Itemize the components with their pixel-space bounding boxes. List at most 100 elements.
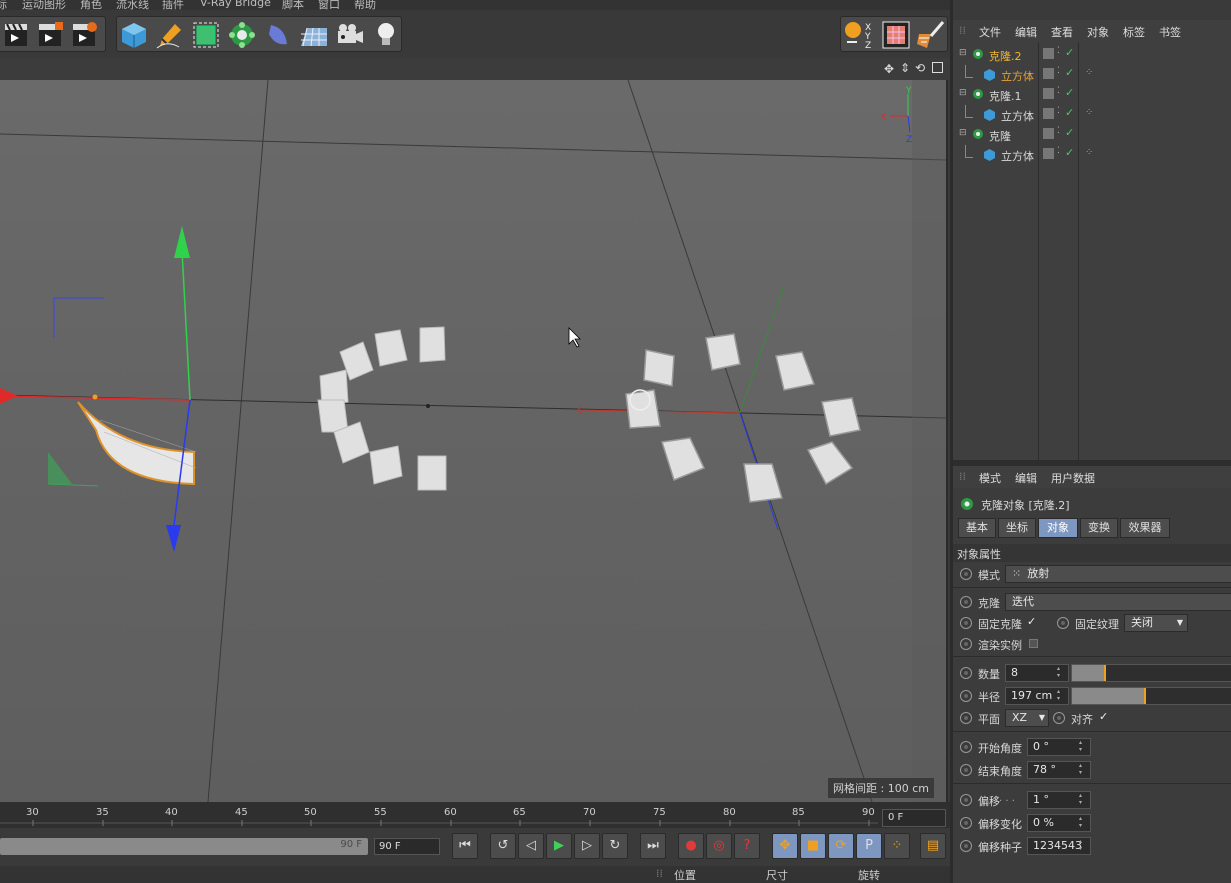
om-menu-tags[interactable]: 标签 bbox=[1123, 24, 1145, 40]
timeline-scale[interactable]: 30 35 40 45 50 55 60 65 70 75 80 85 90 bbox=[0, 802, 878, 828]
object-name[interactable]: 立方体 bbox=[1001, 68, 1034, 84]
visibility-dots-icon[interactable]: ⁚ bbox=[1057, 66, 1060, 76]
end-frame-field[interactable]: 90 F bbox=[374, 838, 440, 855]
move-key-icon[interactable]: ✥ bbox=[772, 833, 798, 859]
clapper-settings-icon[interactable] bbox=[69, 20, 99, 50]
enabled-check-icon[interactable]: ✓ bbox=[1065, 66, 1074, 79]
om-menu-file[interactable]: 文件 bbox=[979, 24, 1001, 40]
texture-icon[interactable] bbox=[881, 20, 911, 50]
object-row[interactable]: 立方体 ⁚ ✓ ⁘ bbox=[953, 145, 1231, 165]
visibility-dots-icon[interactable]: ⁚ bbox=[1057, 126, 1060, 136]
menu-item[interactable]: 插件 bbox=[162, 0, 184, 10]
om-menu-view[interactable]: 查看 bbox=[1051, 24, 1073, 40]
object-row[interactable]: ⊟ 克隆 ⁚ ✓ bbox=[953, 125, 1231, 145]
anim-radio-icon[interactable] bbox=[960, 764, 972, 776]
light-bulb-icon[interactable] bbox=[371, 20, 401, 50]
object-name[interactable]: 立方体 bbox=[1001, 148, 1034, 164]
tab-coord[interactable]: 坐标 bbox=[998, 518, 1036, 538]
tag-icon[interactable]: ⁘ bbox=[1085, 67, 1093, 78]
collapse-icon[interactable]: ⊟ bbox=[959, 128, 967, 138]
object-name[interactable]: 立方体 bbox=[1001, 108, 1034, 124]
prev-key-button[interactable]: ↺ bbox=[490, 833, 516, 859]
tag-icon[interactable]: ⁘ bbox=[1085, 147, 1093, 158]
menu-item[interactable]: 窗口 bbox=[318, 0, 340, 10]
am-menu-edit[interactable]: 编辑 bbox=[1015, 470, 1037, 486]
om-menu-bookmarks[interactable]: 书签 bbox=[1159, 24, 1181, 40]
mode-dropdown[interactable]: ⁙ 放射 bbox=[1005, 565, 1231, 583]
cloner-flower-icon[interactable] bbox=[227, 20, 257, 50]
layer-swatch-icon[interactable] bbox=[1043, 68, 1054, 79]
clapper-render-icon[interactable] bbox=[1, 20, 31, 50]
prev-frame-button[interactable]: ◁ bbox=[518, 833, 544, 859]
layer-swatch-icon[interactable] bbox=[1043, 88, 1054, 99]
visibility-dots-icon[interactable]: ⁚ bbox=[1057, 46, 1060, 56]
fix-clone-checkbox[interactable]: ✓ bbox=[1027, 616, 1039, 628]
clapper-play-icon[interactable] bbox=[35, 20, 65, 50]
next-frame-button[interactable]: ▷ bbox=[574, 833, 600, 859]
am-menu-userdata[interactable]: 用户数据 bbox=[1051, 470, 1095, 486]
object-row[interactable]: ⊟ 克隆.1 ⁚ ✓ bbox=[953, 85, 1231, 105]
xyz-axis-icon[interactable]: XYZ bbox=[843, 20, 873, 51]
goto-end-button[interactable]: ⏭ bbox=[640, 833, 666, 859]
tab-effectors[interactable]: 效果器 bbox=[1120, 518, 1170, 538]
rotate-key-icon[interactable]: ⟳ bbox=[828, 833, 854, 859]
clone-dropdown[interactable]: 迭代 bbox=[1005, 593, 1231, 611]
tab-basic[interactable]: 基本 bbox=[958, 518, 996, 538]
object-row[interactable]: ⊟ 克隆.2 ⁚ ✓ bbox=[953, 45, 1231, 65]
floor-icon[interactable] bbox=[299, 20, 329, 50]
layer-swatch-icon[interactable] bbox=[1043, 48, 1054, 59]
am-menu-mode[interactable]: 模式 bbox=[979, 470, 1001, 486]
paint-icon[interactable] bbox=[915, 20, 945, 50]
tag-icon[interactable]: ⁘ bbox=[1085, 107, 1093, 118]
enabled-check-icon[interactable]: ✓ bbox=[1065, 146, 1074, 159]
offset-seed-field[interactable]: 1234543 bbox=[1027, 837, 1091, 855]
layer-swatch-icon[interactable] bbox=[1043, 148, 1054, 159]
radius-field[interactable]: 197 cm bbox=[1005, 687, 1069, 705]
anim-radio-icon[interactable] bbox=[960, 617, 972, 629]
object-row[interactable]: 立方体 ⁚ ✓ ⁘ bbox=[953, 105, 1231, 125]
subdivision-icon[interactable] bbox=[191, 20, 221, 50]
offset-variation-field[interactable]: 0 % bbox=[1027, 814, 1091, 832]
render-instances-checkbox[interactable] bbox=[1029, 639, 1038, 648]
offset-field[interactable]: 1 ° bbox=[1027, 791, 1091, 809]
3d-viewport[interactable]: Y X Z 网格间距 : 100 cm bbox=[0, 80, 948, 802]
rotate-view-icon[interactable]: ⟲ bbox=[915, 61, 925, 75]
anim-radio-icon[interactable] bbox=[960, 596, 972, 608]
auto-key-button[interactable]: ◎ bbox=[706, 833, 732, 859]
scale-key-icon[interactable]: ■ bbox=[800, 833, 826, 859]
next-key-button[interactable]: ↻ bbox=[602, 833, 628, 859]
menu-item[interactable]: 角色 bbox=[80, 0, 102, 10]
deformer-icon[interactable] bbox=[263, 20, 293, 50]
fix-texture-dropdown[interactable]: 关闭 ▼ bbox=[1124, 614, 1188, 632]
point-level-icon[interactable]: ⁘ bbox=[884, 833, 910, 859]
tab-object[interactable]: 对象 bbox=[1038, 518, 1078, 538]
anim-radio-icon[interactable] bbox=[960, 568, 972, 580]
enabled-check-icon[interactable]: ✓ bbox=[1065, 126, 1074, 139]
menu-item[interactable]: V-Ray Bridge bbox=[200, 0, 271, 9]
anim-radio-icon[interactable] bbox=[960, 712, 972, 724]
enabled-check-icon[interactable]: ✓ bbox=[1065, 46, 1074, 59]
pen-icon[interactable] bbox=[155, 20, 185, 50]
radius-slider-knob[interactable] bbox=[1144, 688, 1147, 704]
goto-start-button[interactable]: ⏮ bbox=[452, 833, 478, 859]
camera-icon[interactable] bbox=[335, 20, 365, 50]
end-angle-field[interactable]: 78 ° bbox=[1027, 761, 1091, 779]
cube-icon[interactable] bbox=[119, 20, 149, 50]
keyframe-help-icon[interactable]: ? bbox=[734, 833, 760, 859]
param-key-icon[interactable]: P bbox=[856, 833, 882, 859]
visibility-dots-icon[interactable]: ⁚ bbox=[1057, 106, 1060, 116]
anim-radio-icon[interactable] bbox=[960, 794, 972, 806]
dolly-view-icon[interactable]: ⇕ bbox=[900, 61, 910, 75]
visibility-dots-icon[interactable]: ⁚ bbox=[1057, 86, 1060, 96]
count-slider-knob[interactable] bbox=[1104, 665, 1107, 681]
anim-radio-icon[interactable] bbox=[960, 741, 972, 753]
menu-item[interactable]: 标 bbox=[0, 0, 7, 10]
object-name[interactable]: 克隆.1 bbox=[989, 88, 1022, 104]
start-angle-field[interactable]: 0 ° bbox=[1027, 738, 1091, 756]
visibility-dots-icon[interactable]: ⁚ bbox=[1057, 146, 1060, 156]
anim-radio-icon[interactable] bbox=[1053, 712, 1065, 724]
menu-item[interactable]: 运动图形 bbox=[22, 0, 66, 10]
anim-radio-icon[interactable] bbox=[960, 690, 972, 702]
anim-radio-icon[interactable] bbox=[1057, 617, 1069, 629]
radius-slider[interactable] bbox=[1071, 687, 1231, 705]
